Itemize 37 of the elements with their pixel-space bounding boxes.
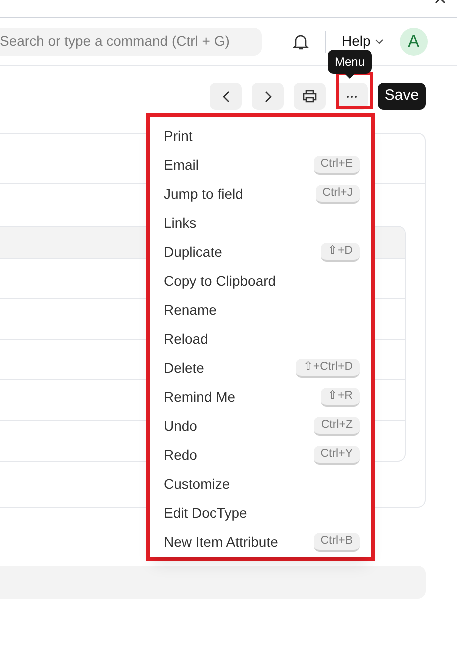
help-menu[interactable]: Help bbox=[342, 31, 384, 52]
menu-item[interactable]: Duplicate bbox=[164, 242, 222, 263]
menu-item[interactable]: Edit DocType bbox=[164, 503, 248, 524]
previous-button[interactable] bbox=[210, 83, 242, 110]
menu-item[interactable]: Reload bbox=[164, 329, 208, 350]
search-field[interactable]: Search or type a command (Ctrl + G) bbox=[0, 28, 262, 56]
shortcut-key: ⇧+Ctrl+D bbox=[296, 359, 360, 378]
tooltip: Menu bbox=[328, 50, 372, 74]
menu-item[interactable]: New Item Attribute bbox=[164, 532, 278, 553]
shortcut-key: Ctrl+Y bbox=[314, 446, 360, 465]
shortcut-key: Ctrl+Z bbox=[314, 417, 360, 436]
chevron-right-icon bbox=[264, 90, 272, 102]
chevron-left-icon bbox=[222, 90, 230, 102]
menu-item[interactable]: Jump to field bbox=[164, 184, 244, 205]
shortcut-key: ⇧+R bbox=[320, 388, 360, 407]
menu-item[interactable]: Links bbox=[164, 213, 197, 234]
shortcut-key: Ctrl+J bbox=[316, 185, 360, 204]
shortcut-key: Ctrl+B bbox=[314, 533, 360, 552]
menu-item[interactable]: Redo bbox=[164, 445, 198, 466]
save-button[interactable]: Save bbox=[378, 83, 426, 110]
menu-item[interactable]: Rename bbox=[164, 300, 217, 321]
print-button[interactable] bbox=[294, 83, 326, 110]
menu-item[interactable]: Remind Me bbox=[164, 387, 236, 408]
printer-icon bbox=[303, 90, 317, 103]
menu-item[interactable]: Delete bbox=[164, 358, 204, 379]
bell-icon[interactable] bbox=[293, 32, 309, 50]
next-button[interactable] bbox=[252, 83, 284, 110]
menu-item[interactable]: Email bbox=[164, 155, 200, 176]
shortcut-key: ⇧+D bbox=[320, 243, 360, 262]
menu-item[interactable]: Copy to Clipboard bbox=[164, 271, 276, 292]
shortcut-key: Ctrl+E bbox=[314, 156, 360, 175]
avatar[interactable]: A bbox=[400, 28, 428, 56]
tooltip-arrow-icon bbox=[345, 74, 356, 79]
chevron-down-icon bbox=[374, 38, 384, 44]
menu-item[interactable]: Undo bbox=[164, 416, 198, 437]
menu-item[interactable]: Customize bbox=[164, 474, 230, 495]
menu-item[interactable]: Print bbox=[164, 126, 193, 147]
